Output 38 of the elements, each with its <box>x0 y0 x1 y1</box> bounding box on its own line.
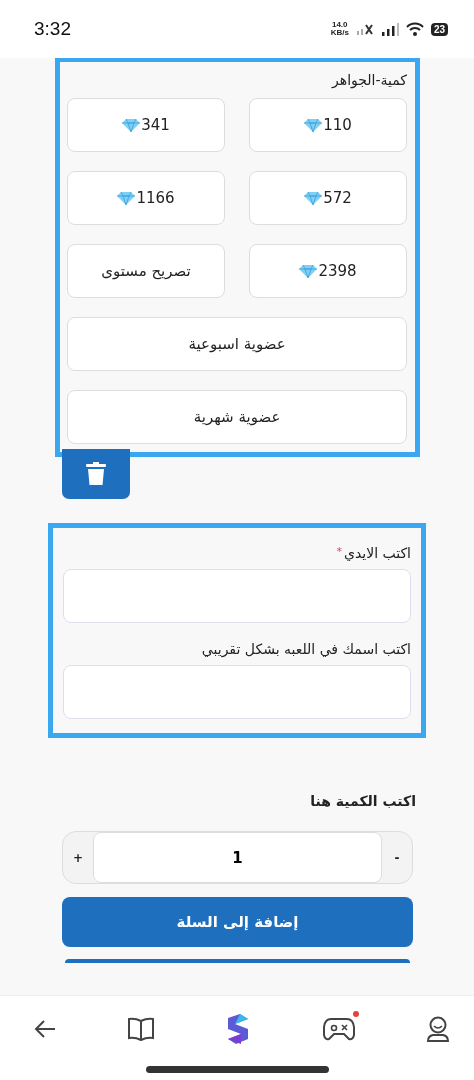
field-label: اكتب اسمك في اللعبه بشكل تقريبي <box>200 641 411 657</box>
add-to-cart-button[interactable]: إضافة إلى السلة <box>62 897 413 947</box>
input-field[interactable] <box>63 665 411 719</box>
diamond-icon <box>299 264 318 278</box>
field-label: اكتب الايدي <box>343 545 411 561</box>
increment-button[interactable]: + <box>63 832 93 883</box>
diamond-icon <box>304 191 323 205</box>
gamepad-icon[interactable] <box>322 1017 355 1041</box>
wifi-icon <box>405 22 424 36</box>
package-option[interactable]: تصريح مستوى <box>67 244 225 298</box>
diamond-icon <box>117 191 136 205</box>
signal-icon <box>380 22 399 36</box>
package-option[interactable]: 110 <box>249 98 407 152</box>
diamond-icon <box>304 118 323 132</box>
signal-off-icon <box>355 23 374 35</box>
package-option[interactable]: عضوية شهرية <box>67 390 407 444</box>
package-option[interactable]: 1166 <box>67 171 225 225</box>
delete-button[interactable] <box>62 449 130 499</box>
profile-icon[interactable] <box>426 1016 450 1042</box>
network-speed: 14.0 <box>330 21 349 29</box>
package-option[interactable]: عضوية اسبوعية <box>67 317 407 371</box>
required-mark: * <box>336 545 342 558</box>
book-icon[interactable] <box>127 1017 154 1041</box>
quantity-field[interactable]: 1 <box>93 832 382 883</box>
battery-level: 23 <box>430 22 448 36</box>
package-option[interactable]: 341 <box>67 98 225 152</box>
input-field[interactable] <box>63 569 411 623</box>
clock-time: 3:32 <box>34 18 72 40</box>
decrement-button[interactable]: - <box>382 832 412 883</box>
back-icon[interactable] <box>34 1019 56 1039</box>
trash-icon <box>86 462 106 486</box>
package-option[interactable]: 2398 <box>249 244 407 298</box>
network-unit: KB/s <box>330 29 349 37</box>
package-option[interactable]: 572 <box>249 171 407 225</box>
section-title: كمية-الجواهر <box>330 72 407 88</box>
app-logo-icon[interactable] <box>225 1014 251 1044</box>
quantity-label: اكتب الكمية هنا <box>309 793 416 809</box>
diamond-icon <box>122 118 141 132</box>
